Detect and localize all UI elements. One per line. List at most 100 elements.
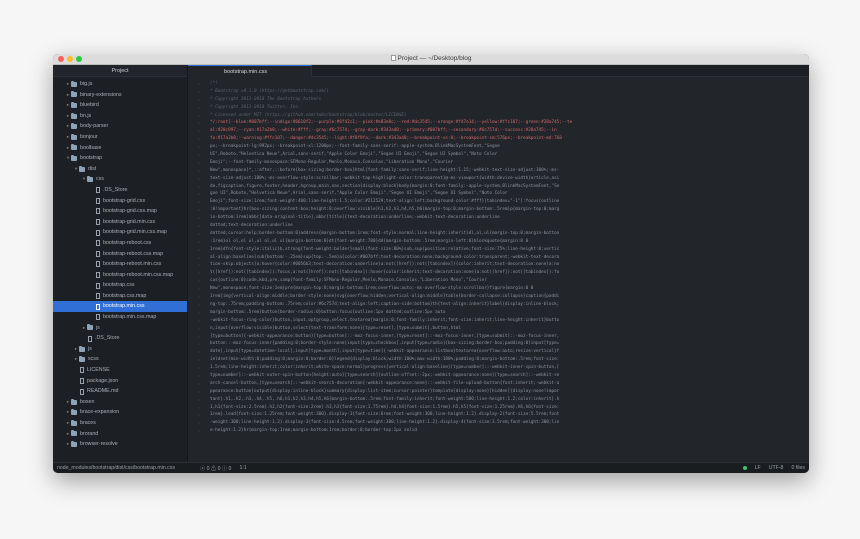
tree-folder[interactable]: ▾ css: [53, 174, 187, 185]
tree-folder[interactable]: ▸ bn.js: [53, 111, 187, 122]
status-ok-icon: [742, 466, 747, 470]
code-line[interactable]: e-height:1.2}hr{margin-top:1rem;margin-b…: [210, 427, 809, 435]
tree-folder[interactable]: ▸ brace-expansion: [53, 407, 187, 418]
code-line[interactable]: -webkit-focus-ring-color}button,input,op…: [210, 317, 809, 325]
code-line[interactable]: Emoji";font-size:1rem;font-weight:400;li…: [210, 198, 809, 206]
code-line[interactable]: text-size-adjust:100%;-ms-overflow-style…: [210, 175, 809, 183]
tree-file[interactable]: bootstrap.min.css: [53, 301, 187, 313]
code-lines[interactable]: /*! * Bootstrap v4.1.0 (https://getboots…: [210, 77, 809, 462]
tree-file[interactable]: .DS_Store: [53, 333, 187, 344]
status-cursor-position[interactable]: 1:1: [239, 465, 246, 471]
sidebar-title[interactable]: Project: [53, 65, 187, 77]
code-line[interactable]: -weight:300;line-height:1.2}.display-3{f…: [210, 419, 809, 427]
code-line[interactable]: n,input{overflow:visible}button,select{t…: [210, 325, 809, 333]
code-line[interactable]: cus{outline:0}code,kbd,pre,samp{font-fam…: [210, 277, 809, 285]
tree-file[interactable]: bootstrap-grid.css: [53, 196, 187, 207]
code-line[interactable]: fo:#17a2b8;--warning:#ffc107;--danger:#d…: [210, 135, 809, 143]
tree-file[interactable]: bootstrap-reboot.css: [53, 238, 187, 249]
code-line[interactable]: goe UI",Roboto,"Helvetica Neue",Arial,sa…: [210, 190, 809, 198]
tree-folder[interactable]: ▾ dist: [53, 164, 187, 175]
code-line[interactable]: 1rem}dfn{font-style:italic}b,strong{font…: [210, 246, 809, 254]
code-line[interactable]: tion-skip:objects}a:hover{color:#0056b3;…: [210, 261, 809, 269]
tree-file[interactable]: bootstrap-reboot.min.css: [53, 259, 187, 270]
tree-folder[interactable]: ▸ braces: [53, 418, 187, 429]
tree-folder[interactable]: ▸ boxen: [53, 397, 187, 408]
code-line[interactable]: in-bottom:1rem}abbr[data-original-title]…: [210, 214, 809, 222]
code-line[interactable]: New",monospace;font-size:1em}pre{margin-…: [210, 285, 809, 293]
code-line[interactable]: 1,h1{font-size:2.5rem}.h2,h2{font-size:2…: [210, 404, 809, 412]
gutter-fold-marker: •: [198, 88, 200, 94]
tree-item-label: bootstrap.min.css.map: [103, 314, 157, 321]
file-icon: [96, 261, 100, 268]
tree-folder[interactable]: ▸ bluebird: [53, 100, 187, 111]
code-area[interactable]: • • • • • • • • • • • • • • • • • • • • • • • • • • • • • • • • • • • • • • • •…: [188, 77, 809, 462]
tree-folder[interactable]: ▸ boolbase: [53, 143, 187, 154]
tree-file[interactable]: bootstrap.css: [53, 280, 187, 291]
code-line[interactable]: 1rem}.lead{font-size:1.25rem;font-weight…: [210, 411, 809, 419]
code-line[interactable]: /*!: [210, 80, 809, 88]
code-line[interactable]: * Bootstrap v4.1.0 (https://getbootstrap…: [210, 88, 809, 96]
status-file-path[interactable]: node_modules/bootstrap/dist/css/bootstra…: [57, 465, 192, 471]
tree-file[interactable]: bootstrap-reboot.min.css.map: [53, 270, 187, 281]
tree-folder[interactable]: ▸ big.js: [53, 79, 187, 90]
tree-file[interactable]: bootstrap-grid.css.map: [53, 206, 187, 217]
code-line[interactable]: :0!important}hr{box-sizing:content-box;h…: [210, 206, 809, 214]
code-line[interactable]: UI",Roboto,"Helvetica Neue",Arial,sans-s…: [210, 151, 809, 159]
code-line[interactable]: ng-top:.75rem;padding-bottom:.75rem;colo…: [210, 301, 809, 309]
status-diagnostics[interactable]: ⓧ 0 ⚠ 0 ⓘ 0: [200, 465, 231, 472]
tree-folder[interactable]: ▸ binary-extensions: [53, 90, 187, 101]
code-line[interactable]: t([href]):not([tabindex]):focus,a:not([h…: [210, 269, 809, 277]
tree-folder[interactable]: ▸ body-parser: [53, 121, 187, 132]
code-line[interactable]: ieldset{min-width:0;padding:0;margin:0;b…: [210, 356, 809, 364]
code-line[interactable]: */:root{--blue:#007bff;--indigo:#6610f2;…: [210, 119, 809, 127]
code-line[interactable]: 1rem}img{vertical-align:middle;border-st…: [210, 293, 809, 301]
gutter-fold-marker: •: [198, 96, 200, 102]
code-line[interactable]: dotted;text-decoration:underline: [210, 222, 809, 230]
tree-file[interactable]: package.json: [53, 376, 187, 387]
status-git-files[interactable]: 0 files: [791, 465, 805, 471]
tree-folder[interactable]: ▸ browser-resolve: [53, 439, 187, 450]
code-line[interactable]: date],input[type=datetime-local],input[t…: [210, 348, 809, 356]
gutter-fold-marker: •: [198, 238, 200, 244]
code-line[interactable]: margin-bottom:.5rem}button{border-radius…: [210, 309, 809, 317]
status-line-ending[interactable]: LF: [755, 465, 761, 471]
code-line[interactable]: type=number]::-webkit-outer-spin-button{…: [210, 372, 809, 380]
code-line[interactable]: tant}.h1,.h2,.h3,.h4,.h5,.h6,h1,h2,h3,h4…: [210, 396, 809, 404]
tree-folder[interactable]: ▸ brorand: [53, 429, 187, 440]
gutter-fold-marker: •: [198, 380, 200, 386]
tree-file[interactable]: LICENSE: [53, 365, 187, 376]
code-line[interactable]: [type=button]{-webkit-appearance:button}…: [210, 333, 809, 341]
code-line[interactable]: Emoji";--font-family-monospace:SFMono-Re…: [210, 159, 809, 167]
code-line[interactable]: New",monospace}*,::after,::before{box-si…: [210, 167, 809, 175]
tree-folder[interactable]: ▸ js: [53, 344, 187, 355]
code-line[interactable]: * Copyright 2011-2018 The Bootstrap Auth…: [210, 96, 809, 104]
tree-file[interactable]: bootstrap-grid.min.css.map: [53, 227, 187, 238]
tree-folder[interactable]: ▸ scss: [53, 354, 187, 365]
code-line[interactable]: dotted;cursor:help;border-bottom:0}addre…: [210, 230, 809, 238]
code-line[interactable]: :1rem}ol ol,ol ul,ul ol,ul ul{margin-bot…: [210, 238, 809, 246]
code-line[interactable]: al:#20c997;--cyan:#17a2b8;--white:#fff;-…: [210, 127, 809, 135]
tree-file[interactable]: bootstrap.min.css.map: [53, 312, 187, 323]
tree-file[interactable]: .DS_Store: [53, 185, 187, 196]
tab-bootstrap-min-css[interactable]: bootstrap.min.css: [188, 65, 312, 77]
code-line[interactable]: de,figcaption,figure,footer,header,hgrou…: [210, 183, 809, 191]
status-encoding[interactable]: UTF-8: [769, 465, 784, 471]
code-line[interactable]: arch-cancel-button,[type=search]::-webki…: [210, 380, 809, 388]
tree-file[interactable]: README.md: [53, 386, 187, 397]
tree-file[interactable]: bootstrap-grid.min.css: [53, 217, 187, 228]
code-line[interactable]: 1.5rem;line-height:inherit;color:inherit…: [210, 364, 809, 372]
tree-folder[interactable]: ▸ bonjour: [53, 132, 187, 143]
tree-file[interactable]: bootstrap.css.map: [53, 291, 187, 302]
code-line[interactable]: px;--breakpoint-lg:992px;--breakpoint-xl…: [210, 143, 809, 151]
code-line[interactable]: ppearance:button}output{display:inline-b…: [210, 388, 809, 396]
tree-folder[interactable]: ▾ bootstrap: [53, 153, 187, 164]
code-line[interactable]: button::-moz-focus-inner{padding:0;borde…: [210, 340, 809, 348]
gutter-fold-marker: •: [198, 262, 200, 268]
tree-folder[interactable]: ▸ js: [53, 323, 187, 334]
gutter-fold-marker: •: [198, 404, 200, 410]
gutter-fold-marker: •: [198, 81, 200, 86]
code-line[interactable]: * Licensed under MIT (https://github.com…: [210, 112, 809, 120]
tree-file[interactable]: bootstrap-reboot.css.map: [53, 249, 187, 260]
code-line[interactable]: * Copyright 2011-2018 Twitter, Inc.: [210, 104, 809, 112]
code-line[interactable]: al-align:baseline}sub{bottom:-.25em}sup{…: [210, 254, 809, 262]
